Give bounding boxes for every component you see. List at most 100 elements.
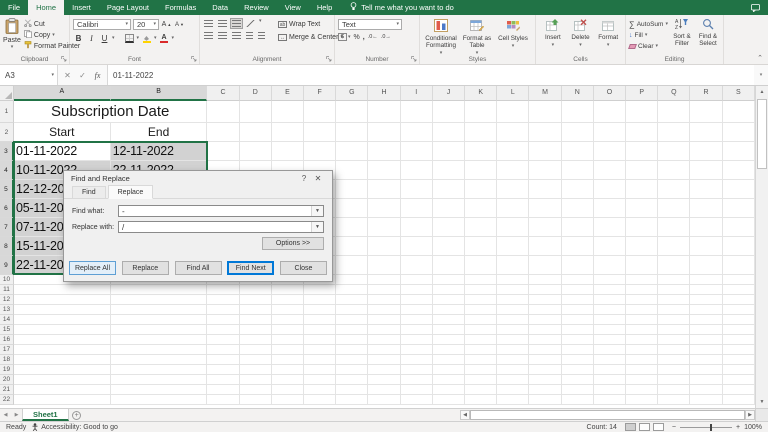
cell-J10[interactable]: [432, 275, 466, 285]
cell-D2[interactable]: [239, 123, 272, 142]
cell-L16[interactable]: [497, 335, 530, 345]
cell-B18[interactable]: [110, 355, 208, 365]
cell-J14[interactable]: [432, 315, 466, 325]
cell-B16[interactable]: [110, 335, 208, 345]
cell-M11[interactable]: [529, 285, 562, 295]
row-header-11[interactable]: 11: [0, 285, 14, 295]
cell-J18[interactable]: [432, 355, 466, 365]
cell-C13[interactable]: [207, 305, 240, 315]
row-header-16[interactable]: 16: [0, 335, 14, 345]
cell-M6[interactable]: [529, 199, 562, 218]
autosum-dropdown[interactable]: ▾: [665, 21, 668, 27]
cell-G20[interactable]: [336, 375, 369, 385]
row-header-1[interactable]: 1: [0, 101, 14, 123]
cell-M1[interactable]: [529, 101, 562, 123]
column-header-B[interactable]: B: [110, 86, 208, 101]
cell-N22[interactable]: [561, 395, 594, 405]
cell-S1[interactable]: [722, 101, 755, 123]
cell-H11[interactable]: [368, 285, 401, 295]
cell-R13[interactable]: [690, 305, 723, 315]
cell-I13[interactable]: [400, 305, 433, 315]
cell-M13[interactable]: [529, 305, 562, 315]
cell-L13[interactable]: [497, 305, 530, 315]
row-header-5[interactable]: 5: [0, 180, 14, 199]
sheet-nav-left-arrow[interactable]: ◀: [0, 409, 11, 421]
cell-N19[interactable]: [561, 365, 594, 375]
cell-O3[interactable]: [593, 142, 627, 161]
cell-K17[interactable]: [465, 345, 498, 355]
cell-A15[interactable]: [13, 325, 111, 335]
cell-Q8[interactable]: [658, 237, 691, 256]
cell-O21[interactable]: [593, 385, 627, 395]
cell-L15[interactable]: [497, 325, 530, 335]
scroll-right-arrow[interactable]: ▶: [745, 410, 755, 420]
horizontal-scroll-thumb[interactable]: [470, 410, 745, 420]
cell-J22[interactable]: [432, 395, 466, 405]
row-header-3[interactable]: 3: [0, 142, 14, 161]
cell-O10[interactable]: [593, 275, 627, 285]
cell-N16[interactable]: [561, 335, 594, 345]
align-right-button[interactable]: [231, 31, 242, 40]
cell-C2[interactable]: [207, 123, 240, 142]
cell-E12[interactable]: [271, 295, 305, 305]
cell-I2[interactable]: [400, 123, 433, 142]
clipboard-dialog-launcher[interactable]: [61, 56, 67, 62]
zoom-slider[interactable]: [680, 423, 732, 431]
cell-I8[interactable]: [400, 237, 433, 256]
format-cells-dropdown[interactable]: ▾: [607, 42, 610, 48]
font-family-combobox[interactable]: Calibri ▾: [73, 19, 131, 30]
cell-Q22[interactable]: [658, 395, 691, 405]
replace-button[interactable]: Replace: [121, 261, 169, 275]
cell-I18[interactable]: [400, 355, 433, 365]
cell-P12[interactable]: [626, 295, 659, 305]
cell-S8[interactable]: [722, 237, 755, 256]
paste-button[interactable]: Paste ▾: [3, 17, 21, 51]
scroll-left-arrow[interactable]: ◀: [460, 410, 470, 420]
enter-button[interactable]: ✓: [75, 71, 90, 80]
cell-R8[interactable]: [690, 237, 723, 256]
cell-K7[interactable]: [465, 218, 498, 237]
row-header-18[interactable]: 18: [0, 355, 14, 365]
cell-R6[interactable]: [690, 199, 723, 218]
comma-style-button[interactable]: ,: [363, 34, 365, 41]
column-header-H[interactable]: H: [368, 86, 401, 101]
cell-G8[interactable]: [336, 237, 369, 256]
column-header-P[interactable]: P: [626, 86, 659, 101]
cell-G6[interactable]: [336, 199, 369, 218]
cell-H17[interactable]: [368, 345, 401, 355]
cell-E18[interactable]: [271, 355, 305, 365]
close-button[interactable]: Close: [280, 261, 327, 275]
cell-O20[interactable]: [593, 375, 627, 385]
cell-C12[interactable]: [207, 295, 240, 305]
cell-M15[interactable]: [529, 325, 562, 335]
comments-icon[interactable]: [751, 0, 760, 15]
cell-Q2[interactable]: [658, 123, 691, 142]
paste-dropdown[interactable]: ▾: [11, 45, 14, 50]
row-header-15[interactable]: 15: [0, 325, 14, 335]
cell-Q3[interactable]: [658, 142, 691, 161]
cell-N6[interactable]: [561, 199, 594, 218]
cell-I7[interactable]: [400, 218, 433, 237]
cell-H7[interactable]: [368, 218, 401, 237]
column-header-F[interactable]: F: [304, 86, 337, 101]
formula-input[interactable]: 01-11-2022: [108, 65, 754, 85]
cell-N2[interactable]: [561, 123, 594, 142]
font-size-combobox[interactable]: 20 ▾: [133, 19, 159, 30]
cell-P1[interactable]: [626, 101, 659, 123]
cell-B12[interactable]: [110, 295, 208, 305]
cell-R1[interactable]: [690, 101, 723, 123]
cell-H3[interactable]: [368, 142, 401, 161]
cell-G2[interactable]: [336, 123, 369, 142]
cell-G12[interactable]: [336, 295, 369, 305]
cell-N4[interactable]: [561, 161, 594, 180]
format-cells-button[interactable]: Format ▾: [594, 18, 622, 48]
cell-J5[interactable]: [432, 180, 466, 199]
cell-K16[interactable]: [465, 335, 498, 345]
cell-R2[interactable]: [690, 123, 723, 142]
cell-P19[interactable]: [626, 365, 659, 375]
cell-H6[interactable]: [368, 199, 401, 218]
cell-G17[interactable]: [336, 345, 369, 355]
cell-L1[interactable]: [497, 101, 530, 123]
cell-P8[interactable]: [626, 237, 659, 256]
cell-J6[interactable]: [432, 199, 466, 218]
